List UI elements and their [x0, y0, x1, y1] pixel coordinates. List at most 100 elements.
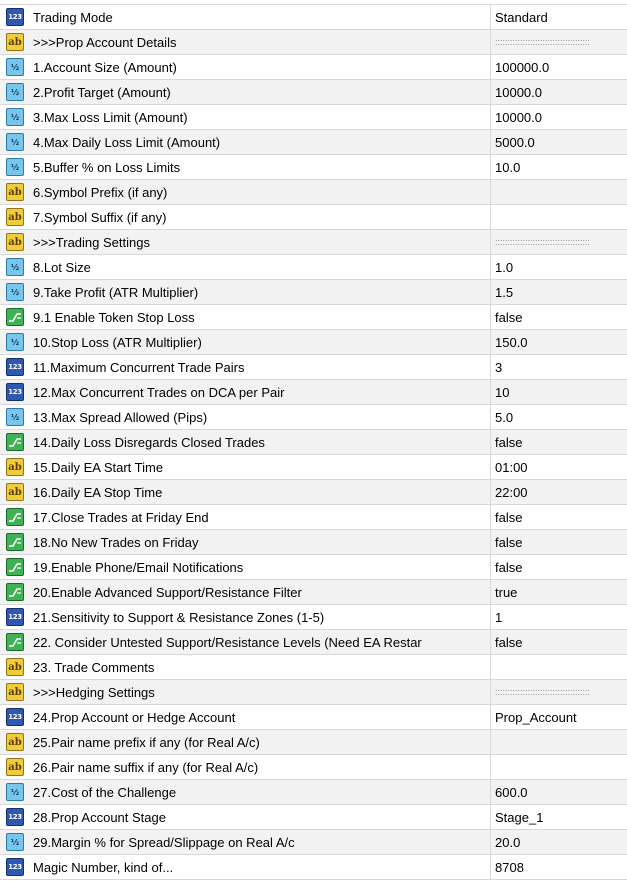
parameter-value[interactable]: :::::::::::::::::::::::::::::::::::::: — [491, 30, 627, 54]
parameter-row[interactable]: 22. Consider Untested Support/Resistance… — [0, 630, 627, 655]
double-type-icon: ½ — [6, 283, 24, 301]
parameter-row[interactable]: ½ 29.Margin % for Spread/Slippage on Real… — [0, 830, 627, 855]
parameter-row[interactable]: ½ 4.Max Daily Loss Limit (Amount) 5000.0 — [0, 130, 627, 155]
bool-type-icon — [6, 533, 24, 551]
parameter-row[interactable]: ½ 10.Stop Loss (ATR Multiplier) 150.0 — [0, 330, 627, 355]
parameter-value[interactable]: 8708 — [491, 855, 627, 879]
type-icon-cell: ab — [0, 480, 30, 504]
parameter-row[interactable]: ab >>>Prop Account Details:::::::::::::::… — [0, 30, 627, 55]
string-type-icon: ab — [6, 33, 24, 51]
integer-type-icon: 123 — [6, 608, 24, 626]
parameter-row[interactable]: ½ 3.Max Loss Limit (Amount) 10000.0 — [0, 105, 627, 130]
parameter-value[interactable] — [491, 655, 627, 679]
parameter-row[interactable]: ab 26.Pair name suffix if any (for Real A… — [0, 755, 627, 780]
parameter-name: 7.Symbol Suffix (if any) — [33, 209, 167, 225]
parameter-row[interactable]: 123 24.Prop Account or Hedge Account Prop_… — [0, 705, 627, 730]
parameter-value[interactable]: Prop_Account — [491, 705, 627, 729]
parameter-row[interactable]: 123 28.Prop Account Stage Stage_1 — [0, 805, 627, 830]
parameter-row[interactable]: ½ 5.Buffer % on Loss Limits 10.0 — [0, 155, 627, 180]
parameter-value[interactable]: :::::::::::::::::::::::::::::::::::::: — [491, 230, 627, 254]
parameter-row[interactable]: ½ 27.Cost of the Challenge 600.0 — [0, 780, 627, 805]
parameter-row[interactable]: ab 23. Trade Comments — [0, 655, 627, 680]
parameter-value[interactable]: 150.0 — [491, 330, 627, 354]
parameter-row[interactable]: 14.Daily Loss Disregards Closed Trades fa… — [0, 430, 627, 455]
parameter-row[interactable]: 123 11.Maximum Concurrent Trade Pairs 3 — [0, 355, 627, 380]
parameter-row[interactable]: 18.No New Trades on Friday false — [0, 530, 627, 555]
type-icon-cell: ab — [0, 655, 30, 679]
parameter-name: 20.Enable Advanced Support/Resistance Fi… — [33, 584, 302, 600]
parameter-value[interactable]: 01:00 — [491, 455, 627, 479]
parameter-value[interactable]: 1 — [491, 605, 627, 629]
parameter-value[interactable]: Standard — [491, 5, 627, 29]
type-icon-cell: ½ — [0, 280, 30, 304]
parameter-value[interactable]: 22:00 — [491, 480, 627, 504]
integer-type-icon: 123 — [6, 358, 24, 376]
parameter-name: 19.Enable Phone/Email Notifications — [33, 559, 244, 575]
type-icon-cell: ab — [0, 180, 30, 204]
parameter-value[interactable]: false — [491, 305, 627, 329]
parameter-row[interactable]: ½ 2.Profit Target (Amount) 10000.0 — [0, 80, 627, 105]
parameter-name: 4.Max Daily Loss Limit (Amount) — [33, 134, 221, 150]
parameter-row[interactable]: ab >>>Trading Settings:::::::::::::::::::… — [0, 230, 627, 255]
parameter-value[interactable]: false — [491, 505, 627, 529]
parameter-value[interactable]: false — [491, 555, 627, 579]
parameter-row[interactable]: ab 25.Pair name prefix if any (for Real A… — [0, 730, 627, 755]
parameter-value[interactable]: false — [491, 530, 627, 554]
double-type-icon: ½ — [6, 108, 24, 126]
parameter-value[interactable]: 10.0 — [491, 155, 627, 179]
parameter-row[interactable]: 123 12.Max Concurrent Trades on DCA per P… — [0, 380, 627, 405]
parameter-value[interactable] — [491, 205, 627, 229]
parameter-value[interactable]: false — [491, 630, 627, 654]
parameter-row[interactable]: ab 7.Symbol Suffix (if any) — [0, 205, 627, 230]
bool-type-icon — [6, 583, 24, 601]
parameter-row[interactable]: 17.Close Trades at Friday End false — [0, 505, 627, 530]
parameter-value[interactable]: 10000.0 — [491, 105, 627, 129]
parameter-value[interactable]: 100000.0 — [491, 55, 627, 79]
parameter-name: 18.No New Trades on Friday — [33, 534, 199, 550]
parameter-value[interactable]: false — [491, 430, 627, 454]
type-icon-cell: ½ — [0, 105, 30, 129]
parameter-value[interactable]: 5000.0 — [491, 130, 627, 154]
parameter-name: Trading Mode — [33, 9, 113, 25]
parameter-name: 28.Prop Account Stage — [33, 809, 166, 825]
parameter-value[interactable]: 1.5 — [491, 280, 627, 304]
parameter-value[interactable] — [491, 755, 627, 779]
parameter-row[interactable]: 123 Magic Number, kind of... 8708 — [0, 855, 627, 880]
parameter-row[interactable]: 123 Trading Mode Standard — [0, 5, 627, 30]
parameter-name: 14.Daily Loss Disregards Closed Trades — [33, 434, 265, 450]
parameter-name: 24.Prop Account or Hedge Account — [33, 709, 236, 725]
parameter-value[interactable]: 10 — [491, 380, 627, 404]
parameter-row[interactable]: ½ 8.Lot Size 1.0 — [0, 255, 627, 280]
double-type-icon: ½ — [6, 408, 24, 426]
parameter-name: 17.Close Trades at Friday End — [33, 509, 209, 525]
type-icon-cell: ½ — [0, 55, 30, 79]
parameter-value[interactable] — [491, 730, 627, 754]
parameter-row[interactable]: 123 21.Sensitivity to Support & Resistanc… — [0, 605, 627, 630]
parameter-value[interactable]: 5.0 — [491, 405, 627, 429]
parameter-name: 1.Account Size (Amount) — [33, 59, 177, 75]
parameter-row[interactable]: ab 16.Daily EA Stop Time 22:00 — [0, 480, 627, 505]
parameter-value[interactable]: :::::::::::::::::::::::::::::::::::::: — [491, 680, 627, 704]
parameter-value[interactable]: 3 — [491, 355, 627, 379]
parameter-row[interactable]: ½ 9.Take Profit (ATR Multiplier) 1.5 — [0, 280, 627, 305]
type-icon-cell — [0, 580, 30, 604]
parameter-value[interactable]: true — [491, 580, 627, 604]
parameter-row[interactable]: ab >>>Hedging Settings:::::::::::::::::::… — [0, 680, 627, 705]
parameter-row[interactable]: ½ 1.Account Size (Amount) 100000.0 — [0, 55, 627, 80]
parameter-name: >>>Trading Settings — [33, 234, 150, 250]
type-icon-cell: 123 — [0, 805, 30, 829]
parameter-value[interactable] — [491, 180, 627, 204]
type-icon-cell — [0, 555, 30, 579]
parameter-row[interactable]: 9.1 Enable Token Stop Loss false — [0, 305, 627, 330]
parameter-value[interactable]: 20.0 — [491, 830, 627, 854]
parameter-value[interactable]: 600.0 — [491, 780, 627, 804]
parameter-value[interactable]: 1.0 — [491, 255, 627, 279]
parameter-value[interactable]: Stage_1 — [491, 805, 627, 829]
parameter-row[interactable]: 20.Enable Advanced Support/Resistance Fi… — [0, 580, 627, 605]
parameter-name: 16.Daily EA Stop Time — [33, 484, 163, 500]
parameter-row[interactable]: ab 6.Symbol Prefix (if any) — [0, 180, 627, 205]
parameter-row[interactable]: ½ 13.Max Spread Allowed (Pips) 5.0 — [0, 405, 627, 430]
parameter-value[interactable]: 10000.0 — [491, 80, 627, 104]
parameter-row[interactable]: 19.Enable Phone/Email Notifications false — [0, 555, 627, 580]
parameter-row[interactable]: ab 15.Daily EA Start Time 01:00 — [0, 455, 627, 480]
